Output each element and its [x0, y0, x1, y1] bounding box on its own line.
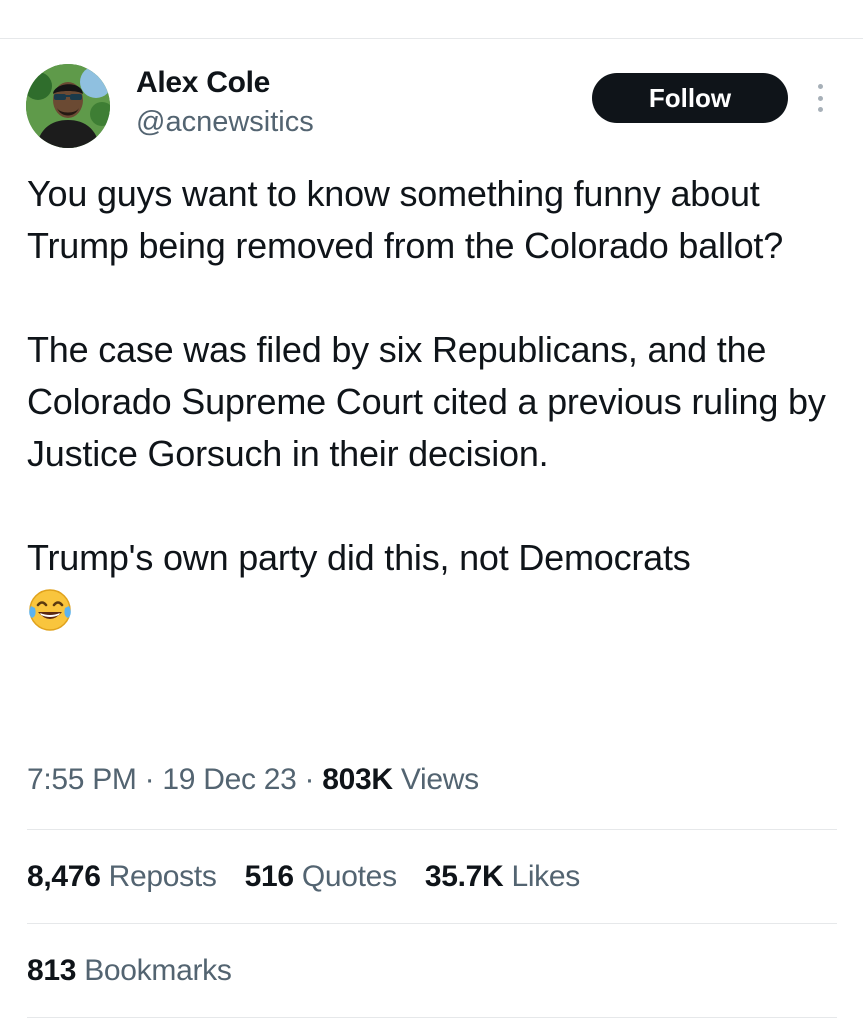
- likes-label: Likes: [511, 860, 580, 893]
- tweet-paragraph: Trump's own party did this, not Democrat…: [27, 537, 691, 578]
- bookmarks-label: Bookmarks: [84, 954, 232, 987]
- tweet-text: You guys want to know something funny ab…: [27, 168, 827, 646]
- meta-separator: ·: [144, 763, 155, 796]
- tears-of-joy-emoji-icon: [27, 588, 827, 646]
- author-name[interactable]: Alex Cole: [136, 66, 270, 100]
- reposts-count: 8,476: [27, 860, 101, 893]
- tweet-date[interactable]: 19 Dec 23: [162, 763, 296, 796]
- engagement-stats: 8,476 Reposts 516 Quotes 35.7K Likes: [27, 860, 600, 894]
- views-count: 803K: [322, 763, 393, 796]
- bookmarks-count: 813: [27, 954, 77, 987]
- top-divider: [0, 38, 863, 39]
- dot: [817, 107, 823, 112]
- quotes-label: Quotes: [301, 860, 397, 893]
- likes-stat[interactable]: 35.7K Likes: [425, 860, 580, 893]
- dot: [817, 84, 823, 89]
- divider: [27, 829, 837, 830]
- bookmarks-stat[interactable]: 813 Bookmarks: [27, 954, 232, 988]
- follow-button[interactable]: Follow: [592, 73, 788, 123]
- views-label: Views: [400, 763, 479, 796]
- divider: [27, 1017, 837, 1018]
- reposts-label: Reposts: [108, 860, 217, 893]
- quotes-stat[interactable]: 516 Quotes: [245, 860, 397, 893]
- author-handle[interactable]: @acnewsitics: [136, 106, 314, 139]
- vertical-dots-icon[interactable]: [810, 80, 830, 116]
- tweet-paragraph: The case was filed by six Republicans, a…: [27, 329, 826, 474]
- reposts-stat[interactable]: 8,476 Reposts: [27, 860, 217, 893]
- tweet-paragraph: You guys want to know something funny ab…: [27, 173, 784, 266]
- profile-photo-icon: [26, 64, 110, 148]
- tweet-time[interactable]: 7:55 PM: [27, 763, 137, 796]
- avatar[interactable]: [26, 64, 110, 148]
- quotes-count: 516: [244, 860, 294, 893]
- tweet-meta: 7:55 PM · 19 Dec 23 · 803K Views: [27, 763, 479, 797]
- likes-count: 35.7K: [424, 860, 504, 893]
- divider: [27, 923, 837, 924]
- dot: [817, 95, 823, 101]
- meta-separator: ·: [304, 763, 315, 796]
